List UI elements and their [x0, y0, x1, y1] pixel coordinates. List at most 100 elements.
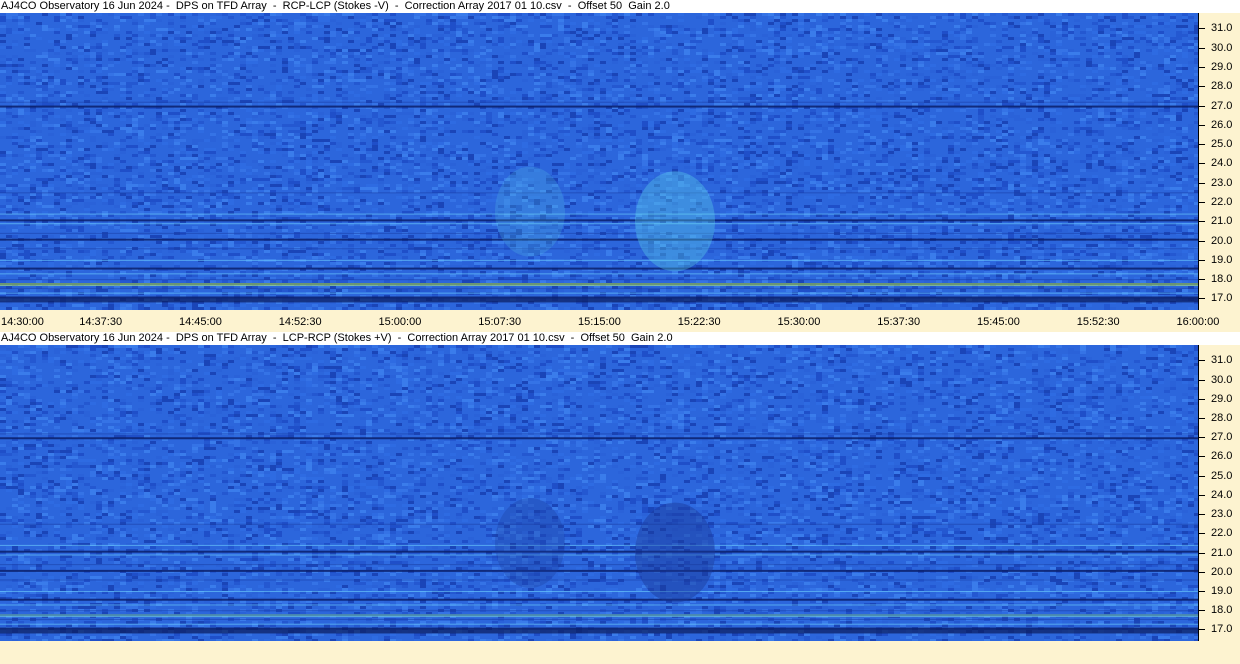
- spectrogram-canvas: [0, 345, 1198, 641]
- interference-line: [0, 267, 1198, 270]
- y-tick-label: 18.0: [1211, 604, 1233, 617]
- emission-feature: [635, 171, 715, 272]
- interference-line: [0, 279, 1198, 281]
- x-tick-label: 15:22:30: [677, 316, 721, 328]
- y-tick: [1199, 221, 1205, 223]
- x-tick-label: 14:30:00: [1, 316, 44, 328]
- y-tick: [1199, 379, 1205, 381]
- y-tick-label: 20.0: [1211, 234, 1233, 247]
- y-tick: [1199, 202, 1205, 203]
- interference-line: [0, 569, 1198, 572]
- y-tick: [1199, 182, 1205, 184]
- x-tick-label: 15:30:00: [777, 316, 821, 328]
- interference-line: [0, 192, 1198, 194]
- y-tick-label: 27.0: [1211, 99, 1233, 112]
- top-frequency-axis: 17.0 18.0 19.0 20.0 21.0 22.0 23.0 24.0 25.0 26.0…: [1198, 13, 1240, 310]
- interference-line: [0, 433, 1198, 435]
- interference-line: [0, 213, 1198, 215]
- interference-line: [0, 219, 1198, 222]
- y-tick-label: 21.0: [1211, 546, 1233, 559]
- y-tick: [1199, 163, 1205, 165]
- y-tick: [1199, 259, 1205, 261]
- y-tick-label: 31.0: [1211, 22, 1233, 35]
- interference-line: [0, 259, 1198, 261]
- interference-line: [0, 550, 1198, 553]
- bottom-panel-title: AJ4CO Observatory 16 Jun 2024 - DPS on T…: [0, 332, 1240, 345]
- bottom-strip: [0, 641, 1240, 664]
- y-tick: [1199, 591, 1205, 593]
- y-tick-label: 19.0: [1211, 585, 1233, 598]
- interference-line: [0, 627, 1198, 630]
- x-tick-label: 15:45:00: [977, 316, 1020, 328]
- x-tick-label: 15:52:30: [1076, 316, 1120, 328]
- y-tick: [1199, 437, 1205, 439]
- y-tick: [1199, 475, 1205, 477]
- interference-line: [0, 591, 1198, 593]
- interference-line: [0, 610, 1198, 612]
- bottom-spectrogram: [0, 345, 1198, 641]
- y-tick-label: 19.0: [1211, 253, 1233, 266]
- x-tick-label: 14:45:00: [179, 316, 222, 328]
- y-tick-label: 23.0: [1211, 508, 1233, 521]
- x-tick-label: 15:15:00: [578, 316, 621, 328]
- y-tick: [1199, 28, 1205, 30]
- y-tick-label: 25.0: [1211, 469, 1233, 482]
- interference-line: [0, 623, 1198, 625]
- emission-feature: [635, 502, 715, 603]
- rfi-band: [0, 614, 1198, 618]
- y-tick-label: 26.0: [1211, 118, 1233, 131]
- bottom-frequency-axis: 17.0 18.0 19.0 20.0 21.0 22.0 23.0 24.0 25.0 26.0…: [1198, 345, 1240, 641]
- low-dark-band: [0, 629, 1198, 634]
- y-tick-label: 21.0: [1211, 215, 1233, 228]
- y-tick-label: 28.0: [1211, 412, 1233, 425]
- y-tick: [1199, 86, 1205, 88]
- y-tick-label: 17.0: [1211, 623, 1233, 636]
- y-tick-label: 26.0: [1211, 450, 1233, 463]
- x-tick-label: 14:37:30: [79, 316, 123, 328]
- y-tick-label: 24.0: [1211, 157, 1233, 170]
- interference-line: [0, 437, 1198, 440]
- y-tick: [1199, 124, 1205, 126]
- interference-line: [0, 101, 1198, 103]
- y-tick-label: 22.0: [1211, 196, 1233, 208]
- y-tick-label: 23.0: [1211, 176, 1233, 189]
- y-tick-label: 24.0: [1211, 488, 1233, 501]
- interference-line: [0, 296, 1198, 299]
- x-tick-label: 15:00:00: [378, 316, 422, 328]
- y-tick: [1199, 47, 1205, 49]
- y-tick: [1199, 360, 1205, 362]
- y-tick: [1199, 144, 1205, 146]
- low-dark-band: [0, 298, 1198, 303]
- y-tick-label: 22.0: [1211, 527, 1233, 540]
- interference-line: [0, 287, 1198, 289]
- interference-line: [0, 554, 1198, 556]
- emission-feature: [495, 497, 565, 588]
- interference-line: [0, 544, 1198, 546]
- y-tick-label: 29.0: [1211, 392, 1233, 405]
- y-tick-label: 17.0: [1211, 292, 1233, 305]
- y-tick-label: 20.0: [1211, 565, 1233, 578]
- top-spectrogram: [0, 13, 1198, 310]
- x-tick-label: 14:52:30: [278, 316, 322, 328]
- interference-line: [0, 232, 1198, 234]
- interference-line: [0, 223, 1198, 225]
- y-tick-label: 30.0: [1211, 373, 1233, 386]
- y-tick: [1199, 571, 1205, 573]
- y-tick: [1199, 240, 1205, 242]
- x-tick-label: 15:37:30: [877, 316, 921, 328]
- y-tick-label: 29.0: [1211, 61, 1233, 73]
- interference-line: [0, 273, 1198, 275]
- y-tick: [1199, 514, 1205, 516]
- y-tick: [1199, 298, 1205, 300]
- rfi-band: [0, 283, 1198, 286]
- interference-line: [0, 564, 1198, 566]
- top-panel-title: AJ4CO Observatory 16 Jun 2024 - DPS on T…: [0, 0, 1240, 13]
- y-tick-label: 28.0: [1211, 80, 1233, 93]
- interference-line: [0, 523, 1198, 525]
- interference-line: [0, 105, 1198, 108]
- y-tick: [1199, 610, 1205, 612]
- spectrogram-canvas: [0, 13, 1198, 310]
- time-axis: 14:30:00 14:37:30 14:45:00 14:52:30 15:00:00…: [0, 313, 1240, 331]
- y-tick: [1199, 533, 1205, 535]
- y-tick-label: 18.0: [1211, 273, 1233, 286]
